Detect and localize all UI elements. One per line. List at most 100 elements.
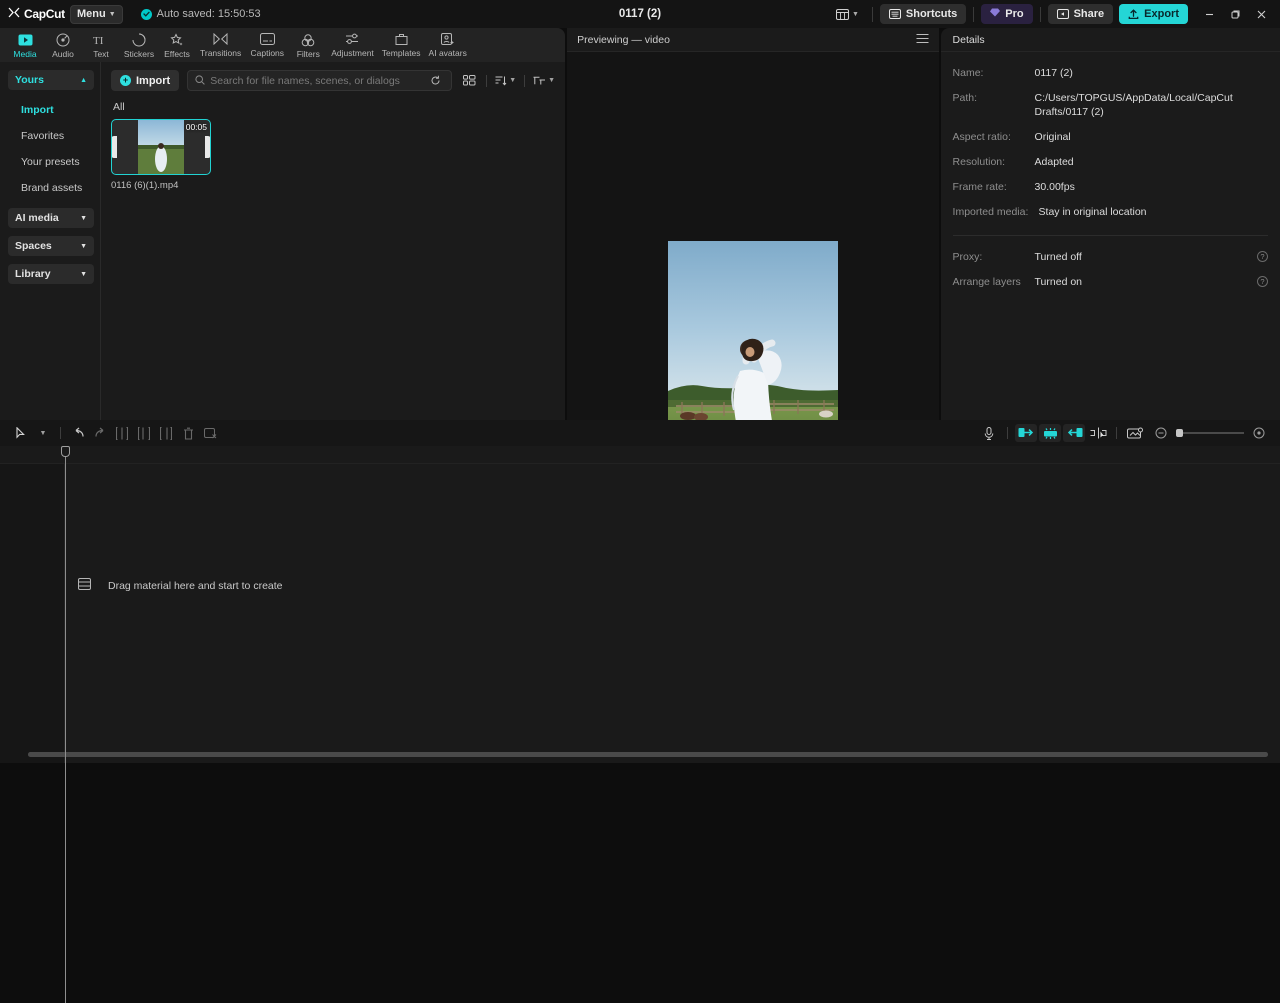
timeline-drop-hint[interactable]: Drag material here and start to create bbox=[78, 578, 283, 593]
auto-fill-left-button[interactable] bbox=[1015, 424, 1037, 442]
zoom-in-icon[interactable] bbox=[1248, 423, 1270, 443]
media-grid: 00:05 0116 (6)(1).mp4 bbox=[111, 119, 555, 191]
playhead[interactable] bbox=[65, 448, 66, 1003]
media-thumbnail[interactable]: 00:05 bbox=[111, 119, 211, 175]
timeline-zoom-slider[interactable] bbox=[1150, 423, 1270, 443]
tab-transitions[interactable]: Transitions bbox=[196, 32, 245, 58]
shortcuts-button[interactable]: Shortcuts bbox=[880, 4, 966, 24]
scrollbar-thumb[interactable] bbox=[28, 752, 1268, 757]
tab-audio[interactable]: Audio bbox=[44, 31, 82, 59]
trim-handle-left[interactable] bbox=[111, 136, 117, 158]
tab-stickers[interactable]: Stickers bbox=[120, 31, 158, 59]
divider bbox=[524, 75, 525, 87]
maximize-button[interactable] bbox=[1222, 1, 1248, 27]
undo-button[interactable] bbox=[67, 423, 89, 443]
preview-thumbnail-button[interactable] bbox=[1124, 423, 1146, 443]
grid-view-button[interactable] bbox=[460, 72, 478, 90]
menu-button[interactable]: Menu ▼ bbox=[70, 5, 123, 24]
tab-label: Audio bbox=[52, 49, 74, 59]
adjustment-icon bbox=[345, 32, 360, 46]
title-bar: CapCut Menu ▼ Auto saved: 15:50:53 0117 … bbox=[0, 0, 1280, 28]
redo-button[interactable] bbox=[89, 423, 111, 443]
timeline-ruler[interactable] bbox=[0, 446, 1280, 464]
sidebar-group-ai-media[interactable]: AI media ▼ bbox=[8, 208, 94, 228]
remove-clip-button[interactable] bbox=[199, 423, 221, 443]
timeline-toolbar: ▼ bbox=[0, 420, 1280, 446]
help-icon[interactable]: ? bbox=[1257, 251, 1268, 262]
divider bbox=[1040, 7, 1041, 22]
sidebar-group-spaces[interactable]: Spaces ▼ bbox=[8, 236, 94, 256]
select-tool-dropdown[interactable]: ▼ bbox=[32, 423, 54, 443]
media-toolbar: + Import ▼ bbox=[111, 70, 555, 91]
divider bbox=[973, 7, 974, 22]
sidebar-group-library[interactable]: Library ▼ bbox=[8, 264, 94, 284]
size-button[interactable]: ▼ bbox=[533, 75, 555, 86]
chevron-up-icon: ▲ bbox=[80, 77, 87, 84]
detail-key: Imported media: bbox=[953, 205, 1039, 219]
split-button[interactable] bbox=[111, 423, 133, 443]
trim-handle-right[interactable] bbox=[205, 136, 211, 158]
detail-row-path: Path: C:/Users/TOPGUS/AppData/Local/CapC… bbox=[953, 91, 1268, 119]
trim-left-button[interactable] bbox=[133, 423, 155, 443]
tab-label: Media bbox=[13, 49, 36, 59]
sidebar-item-label: Import bbox=[21, 104, 54, 116]
zoom-out-icon[interactable] bbox=[1150, 423, 1172, 443]
search-input[interactable] bbox=[210, 75, 421, 87]
divider bbox=[486, 75, 487, 87]
tab-ai-avatars[interactable]: AI avatars bbox=[425, 32, 471, 58]
zoom-knob[interactable] bbox=[1176, 429, 1183, 437]
close-button[interactable] bbox=[1248, 1, 1274, 27]
tab-label: Effects bbox=[164, 49, 190, 59]
timeline-horizontal-scrollbar[interactable] bbox=[28, 752, 1268, 757]
detail-key: Proxy: bbox=[953, 250, 1035, 264]
select-tool-button[interactable] bbox=[10, 423, 32, 443]
sidebar-item-label: Brand assets bbox=[21, 182, 82, 194]
playhead-handle[interactable] bbox=[61, 446, 70, 457]
refresh-icon[interactable] bbox=[426, 72, 444, 90]
export-button[interactable]: Export bbox=[1119, 4, 1188, 24]
snap-toggle-button[interactable] bbox=[1039, 424, 1061, 442]
timeline-area[interactable]: Drag material here and start to create bbox=[0, 446, 1280, 763]
sidebar-group-yours[interactable]: Yours ▲ bbox=[8, 70, 94, 90]
tab-media[interactable]: Media bbox=[6, 31, 44, 59]
pro-button[interactable]: Pro bbox=[981, 4, 1032, 24]
tab-adjustment[interactable]: Adjustment bbox=[327, 32, 378, 58]
import-button[interactable]: + Import bbox=[111, 70, 179, 91]
import-label: Import bbox=[136, 75, 170, 87]
templates-icon bbox=[395, 32, 408, 46]
split-clip-cursor-button[interactable] bbox=[1087, 423, 1109, 443]
search-box[interactable] bbox=[187, 70, 452, 91]
help-icon[interactable]: ? bbox=[1257, 276, 1268, 287]
record-voiceover-button[interactable] bbox=[978, 423, 1000, 443]
tab-effects[interactable]: Effects bbox=[158, 31, 196, 59]
stickers-icon bbox=[132, 33, 146, 47]
tab-label: AI avatars bbox=[429, 48, 467, 58]
sidebar-item-favorites[interactable]: Favorites bbox=[8, 124, 94, 148]
preview-menu-icon[interactable] bbox=[916, 33, 929, 47]
text-icon: TI bbox=[93, 33, 109, 47]
delete-button[interactable] bbox=[177, 423, 199, 443]
trim-right-button[interactable] bbox=[155, 423, 177, 443]
timeline-tools-left: ▼ bbox=[10, 423, 221, 443]
sidebar-item-your-presets[interactable]: Your presets bbox=[8, 150, 94, 174]
media-item[interactable]: 00:05 0116 (6)(1).mp4 bbox=[111, 119, 211, 191]
auto-fill-right-button[interactable] bbox=[1063, 424, 1085, 442]
chevron-down-icon: ▼ bbox=[40, 430, 47, 437]
layout-switch-button[interactable]: ▼ bbox=[830, 7, 865, 22]
tab-templates[interactable]: Templates bbox=[378, 32, 425, 58]
tab-filters[interactable]: Filters bbox=[289, 31, 327, 59]
chevron-down-icon: ▼ bbox=[80, 243, 87, 250]
tab-captions[interactable]: Captions bbox=[245, 32, 289, 58]
share-button[interactable]: Share bbox=[1048, 4, 1114, 24]
capcut-logo-icon bbox=[8, 7, 20, 21]
sort-button[interactable]: ▼ bbox=[495, 75, 516, 86]
sidebar-item-import[interactable]: Import bbox=[8, 98, 94, 122]
details-header: Details bbox=[941, 28, 1280, 52]
divider bbox=[953, 235, 1268, 236]
minimize-button[interactable] bbox=[1196, 1, 1222, 27]
share-icon bbox=[1057, 9, 1069, 19]
sidebar-item-brand-assets[interactable]: Brand assets bbox=[8, 176, 94, 200]
filter-tag-all[interactable]: All bbox=[113, 101, 555, 113]
tab-text[interactable]: TI Text bbox=[82, 31, 120, 59]
zoom-track[interactable] bbox=[1176, 432, 1244, 434]
